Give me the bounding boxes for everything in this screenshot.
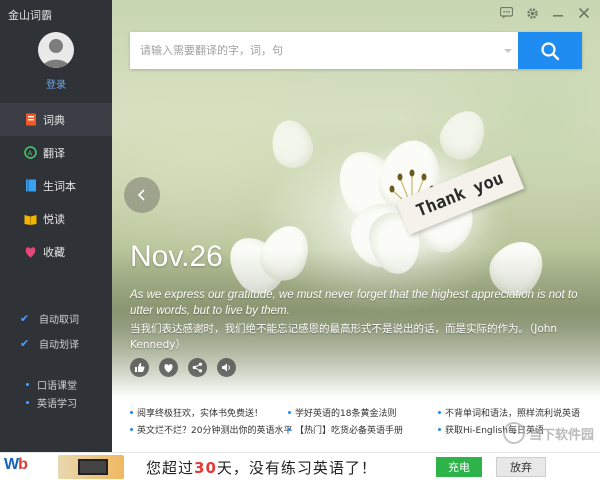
translate-icon: A xyxy=(24,146,37,159)
login-link[interactable]: 登录 xyxy=(0,76,112,91)
bullet-icon xyxy=(438,428,441,431)
news-item[interactable]: 【热门】吃货必备英语手册 xyxy=(288,423,403,436)
search-icon xyxy=(541,41,560,60)
ad-illustration xyxy=(58,455,124,479)
sidebar-item-vocab-book[interactable]: 生词本 xyxy=(0,169,112,202)
like-button[interactable] xyxy=(130,358,149,377)
window-controls xyxy=(498,5,592,21)
cancel-button[interactable]: 放弃 xyxy=(496,457,546,477)
previous-day-button[interactable] xyxy=(124,177,160,213)
news-label: 【热门】吃货必备英语手册 xyxy=(295,426,404,436)
main-panel: Thank you Nov.26 As we express our grati… xyxy=(112,0,600,452)
sidebar-options: ✔ 自动取词 ✔ 自动划译 xyxy=(20,306,79,356)
avatar[interactable] xyxy=(38,32,74,68)
audio-button[interactable] xyxy=(217,358,236,377)
english-study-link[interactable]: 英语学习 xyxy=(26,393,77,411)
ad-text-before: 您超过 xyxy=(146,459,195,477)
news-label: 不背单词和语法，照样流利说英语 xyxy=(445,409,581,419)
ad-message: 您超过30天，没有练习英语了！ xyxy=(146,457,377,478)
watermark: 当下软件园 xyxy=(502,422,594,444)
bullet-icon xyxy=(438,411,441,414)
news-label: 学好英语的18条黄金法则 xyxy=(295,409,397,419)
app-title: 金山词霸 xyxy=(8,9,52,22)
sidebar-links: 口语课堂 英语学习 xyxy=(26,375,77,411)
news-item[interactable]: 英文烂不烂？20分钟测出你的英语水平 xyxy=(130,423,292,436)
speaker-icon xyxy=(222,363,230,372)
search-button[interactable] xyxy=(518,32,582,69)
favorite-button[interactable] xyxy=(159,358,178,377)
daily-quote-english[interactable]: As we express our gratitude, we must nev… xyxy=(130,287,588,319)
sidebar-nav: 词典 A 翻译 生词本 悦读 收藏 xyxy=(0,103,112,268)
bullet-icon xyxy=(130,428,133,431)
ad-text-after: 天，没有练习英语了！ xyxy=(216,459,377,477)
chevron-left-icon xyxy=(137,189,145,201)
bullet-icon xyxy=(288,411,291,414)
link-label: 英语学习 xyxy=(37,398,77,410)
svg-text:A: A xyxy=(28,150,33,158)
daily-date: Nov.26 xyxy=(130,240,223,273)
thumbs-up-icon xyxy=(135,363,145,372)
minimize-icon[interactable] xyxy=(550,5,566,21)
sidebar-item-label: 收藏 xyxy=(43,245,65,259)
heart-icon xyxy=(24,245,37,258)
sidebar-item-label: 词典 xyxy=(43,113,65,127)
sidebar-item-translate[interactable]: A 翻译 xyxy=(0,136,112,169)
reading-icon xyxy=(24,212,37,225)
dictionary-icon xyxy=(24,113,37,126)
sidebar-item-favorites[interactable]: 收藏 xyxy=(0,235,112,268)
news-item[interactable]: 学好英语的18条黄金法则 xyxy=(288,406,396,419)
sidebar-item-label: 生词本 xyxy=(43,179,76,193)
bullet-icon xyxy=(26,400,29,404)
daily-quote-chinese: 当我们表达感谢时，我们绝不能忘记感恩的最高形式不是说出的话，而是实际的作为。（J… xyxy=(130,323,558,351)
link-label: 口语课堂 xyxy=(37,380,77,392)
gear-icon[interactable] xyxy=(524,5,540,21)
recharge-button[interactable]: 充电 xyxy=(436,457,482,477)
sidebar: 金山词霸 登录 词典 A 翻译 生词本 悦读 收藏 ✔ 自动取词 ✔ 自动划译 … xyxy=(0,0,112,452)
search-input[interactable] xyxy=(130,32,518,69)
search-box xyxy=(130,32,582,69)
share-button[interactable] xyxy=(188,358,207,377)
news-item[interactable]: 不背单词和语法，照样流利说英语 xyxy=(438,406,580,419)
oral-class-link[interactable]: 口语课堂 xyxy=(26,375,77,393)
tv-icon xyxy=(78,459,108,475)
ad-days: 30 xyxy=(194,459,217,477)
news-label: 英文烂不烂？20分钟测出你的英语水平 xyxy=(137,426,293,436)
news-item[interactable]: 阅享终极狂欢，实体书免费送！ xyxy=(130,406,263,419)
auto-lookup-option[interactable]: ✔ 自动取词 xyxy=(20,306,79,331)
flower-petal xyxy=(432,102,494,168)
heart-icon xyxy=(164,363,173,372)
bullet-icon xyxy=(130,411,133,414)
vocab-book-icon xyxy=(24,179,37,192)
sidebar-item-dictionary[interactable]: 词典 xyxy=(0,103,112,136)
daily-actions xyxy=(130,358,236,377)
ad-bar: Wb 您超过30天，没有练习英语了！ 充电 放弃 xyxy=(0,452,600,480)
checkmark-icon[interactable]: ✔ xyxy=(20,338,31,349)
news-list: 阅享终极狂欢，实体书免费送！ 学好英语的18条黄金法则 不背单词和语法，照样流利… xyxy=(112,398,600,452)
ad-logo-b: b xyxy=(18,456,28,473)
ad-logo: Wb xyxy=(4,456,28,474)
option-label: 自动取词 xyxy=(39,315,79,326)
auto-translate-option[interactable]: ✔ 自动划译 xyxy=(20,331,79,356)
flower-petal xyxy=(266,115,318,173)
option-label: 自动划译 xyxy=(39,340,79,351)
checkmark-icon[interactable]: ✔ xyxy=(20,313,31,324)
message-icon[interactable] xyxy=(498,5,514,21)
ad-logo-a: W xyxy=(4,456,19,473)
bullet-icon xyxy=(288,428,291,431)
sidebar-item-label: 翻译 xyxy=(43,146,65,160)
share-icon xyxy=(192,362,203,373)
sidebar-item-label: 悦读 xyxy=(43,212,65,226)
chevron-down-icon[interactable] xyxy=(502,45,514,57)
news-label: 阅享终极狂欢，实体书免费送！ xyxy=(137,409,264,419)
user-silhouette-icon xyxy=(42,39,70,68)
sidebar-item-reading[interactable]: 悦读 xyxy=(0,202,112,235)
watermark-text: 当下软件园 xyxy=(528,427,594,443)
bullet-icon xyxy=(26,382,29,386)
watermark-logo-icon xyxy=(502,422,525,444)
close-icon[interactable] xyxy=(576,5,592,21)
